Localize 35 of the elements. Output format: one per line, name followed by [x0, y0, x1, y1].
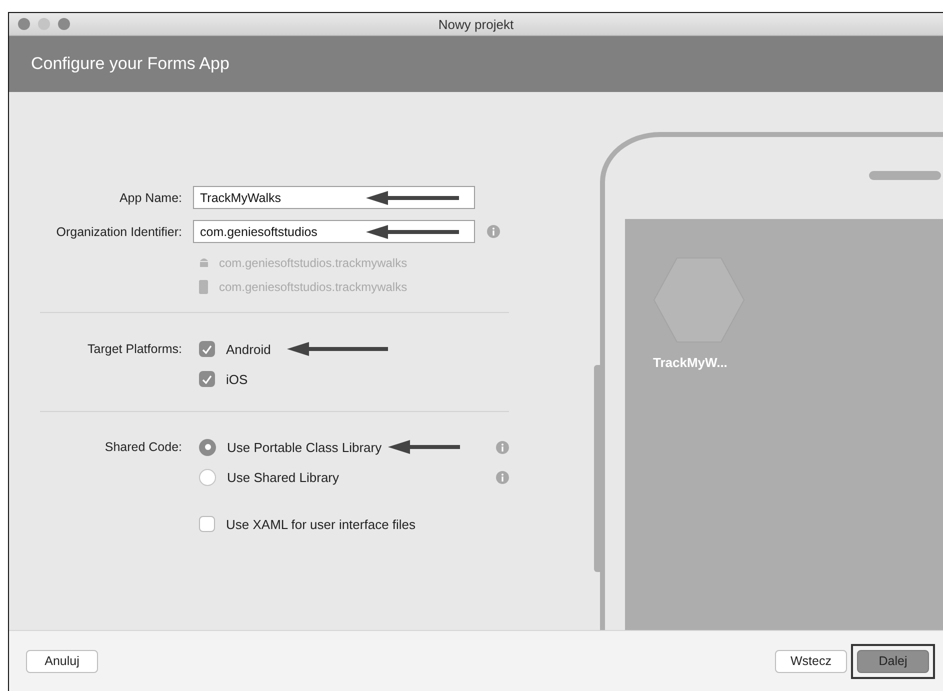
window-control[interactable] — [38, 18, 50, 30]
android-icon — [199, 257, 209, 269]
window-title: Nowy projekt — [438, 16, 514, 32]
field-label: Organization Identifier: — [55, 224, 182, 238]
checkbox[interactable] — [199, 516, 215, 532]
field-label: App Name: — [118, 190, 182, 204]
checkbox[interactable] — [199, 371, 215, 387]
package-id: com.geniesoftstudios.trackmywalks — [219, 280, 408, 294]
window-control[interactable] — [58, 18, 70, 30]
field-label: Target Platforms: — [86, 342, 182, 358]
page-title: Configure your Forms App — [31, 54, 230, 74]
check-icon — [202, 344, 212, 354]
app-label: TrackMyW... — [653, 355, 728, 370]
checkbox-label[interactable]: iOS — [226, 372, 248, 386]
radio-label[interactable]: Use Portable Class Library — [227, 440, 382, 454]
info-icon[interactable] — [496, 470, 509, 484]
window-control[interactable] — [18, 18, 30, 30]
field-label: Shared Code: — [104, 440, 182, 456]
checkbox-label[interactable]: Use XAML for user interface files — [226, 516, 416, 532]
back-button[interactable]: Wstecz — [775, 650, 847, 672]
info-icon[interactable] — [487, 225, 500, 238]
checkbox-label[interactable]: Android — [226, 342, 271, 356]
cancel-button[interactable]: Anuluj — [26, 650, 98, 672]
input-field[interactable]: com.geniesoftstudios — [193, 220, 475, 243]
radio-button[interactable] — [199, 468, 216, 486]
radio-label[interactable]: Use Shared Library — [227, 470, 339, 484]
phone-icon — [199, 280, 209, 294]
package-id: com.geniesoftstudios.trackmywalks — [219, 256, 408, 270]
input-field[interactable]: TrackMyWalks — [193, 186, 475, 209]
phone-speaker — [869, 171, 941, 180]
radio-button[interactable] — [199, 438, 216, 456]
check-icon — [202, 374, 212, 384]
checkbox[interactable] — [199, 341, 215, 357]
info-icon[interactable] — [496, 440, 509, 454]
next-button[interactable]: Dalej — [857, 650, 929, 672]
